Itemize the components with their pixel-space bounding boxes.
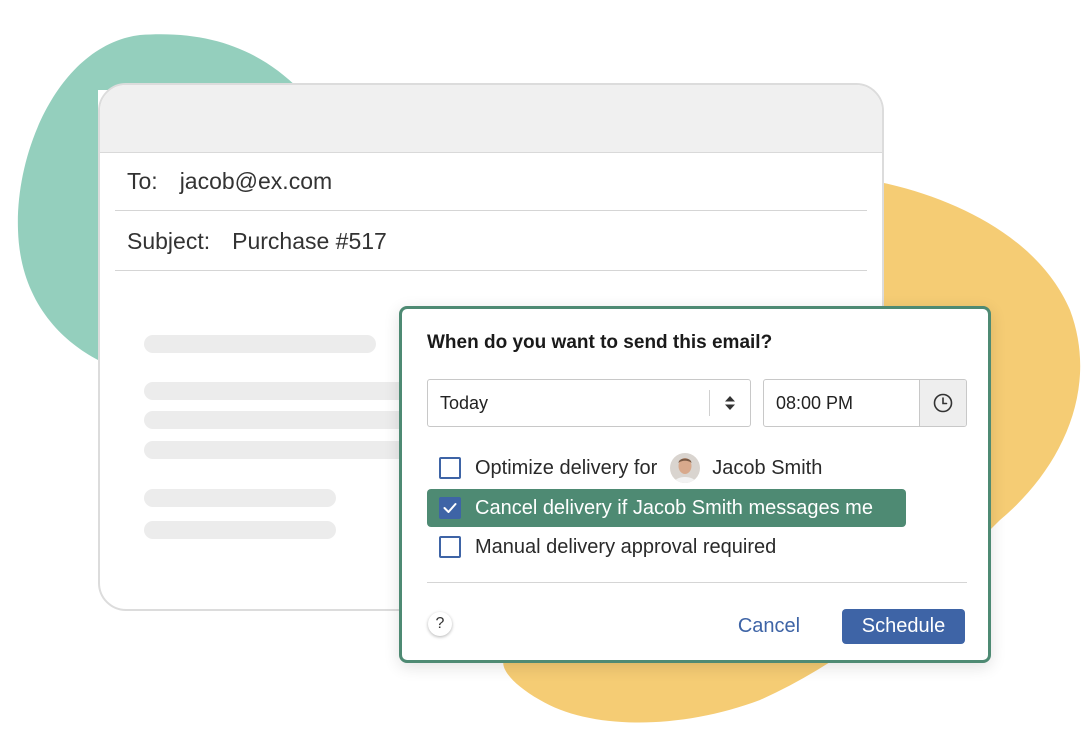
- checkbox-unchecked[interactable]: [439, 536, 461, 558]
- body-placeholder-line: [144, 489, 336, 507]
- option-manual-approval[interactable]: Manual delivery approval required: [427, 528, 789, 566]
- up-down-arrows-icon: [710, 394, 750, 412]
- illustration-stage: To: jacob@ex.com Subject: Purchase #517 …: [0, 0, 1089, 746]
- option-label: Optimize delivery for: [475, 456, 658, 479]
- body-placeholder-line: [144, 521, 336, 539]
- time-input[interactable]: 08:00 PM: [763, 379, 967, 427]
- body-placeholder-line: [144, 335, 376, 353]
- option-label: Manual delivery approval required: [475, 535, 777, 558]
- schedule-button[interactable]: Schedule: [842, 609, 965, 644]
- day-select-value: Today: [440, 392, 489, 413]
- to-field[interactable]: To: jacob@ex.com: [115, 153, 867, 211]
- check-icon: [443, 503, 457, 513]
- to-value: jacob@ex.com: [179, 168, 333, 194]
- option-optimize-delivery[interactable]: Optimize delivery for Jacob Smith: [427, 449, 835, 487]
- clock-icon[interactable]: [919, 380, 966, 426]
- dialog-divider: [427, 582, 967, 583]
- cancel-button[interactable]: Cancel: [724, 609, 814, 643]
- option-label: Cancel delivery if Jacob Smith messages …: [475, 496, 873, 519]
- to-label: To:: [127, 168, 158, 194]
- email-titlebar: [100, 85, 882, 153]
- subject-label: Subject:: [127, 228, 211, 254]
- day-select[interactable]: Today: [427, 379, 751, 427]
- checkbox-unchecked[interactable]: [439, 457, 461, 479]
- avatar: [670, 453, 701, 483]
- option-cancel-if-reply[interactable]: Cancel delivery if Jacob Smith messages …: [427, 489, 906, 527]
- subject-value: Purchase #517: [232, 228, 387, 254]
- time-input-value: 08:00 PM: [776, 392, 854, 413]
- subject-field[interactable]: Subject: Purchase #517: [115, 213, 867, 271]
- checkbox-checked[interactable]: [439, 497, 461, 519]
- contact-name: Jacob Smith: [712, 456, 823, 479]
- dialog-title: When do you want to send this email?: [427, 332, 773, 353]
- schedule-send-dialog: When do you want to send this email? Tod…: [399, 306, 991, 663]
- help-button[interactable]: ?: [428, 612, 452, 636]
